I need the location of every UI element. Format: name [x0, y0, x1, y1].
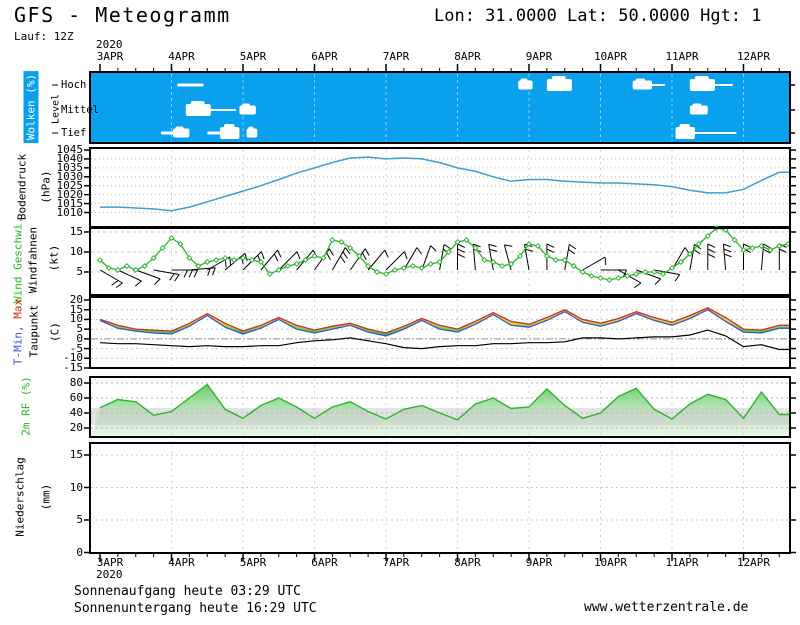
meteogram-page: GFS - Meteogramm Lon: 31.0000 Lat: 50.00…: [0, 0, 800, 625]
cloud-level-label: Hoch: [61, 79, 86, 91]
bottom-date-label: 12APR: [732, 556, 776, 569]
temperature-panel: [90, 297, 790, 368]
precip-tick-label: 15: [50, 448, 83, 461]
pressure-panel: [90, 148, 790, 227]
bottom-year-label: 2020: [96, 568, 123, 581]
rh-panel-title: 2m RF (%): [20, 376, 33, 436]
bottom-date-label: 8APR: [446, 556, 490, 569]
cloud-level-label: Tief: [61, 127, 86, 139]
meteogram-plot: [0, 0, 800, 625]
temp-min-title: T-Min,: [12, 325, 25, 365]
wind-panel: [90, 226, 791, 295]
precipitation-panel: [90, 443, 790, 553]
sunset-text: Sonnenuntergang heute 16:29 UTC: [74, 601, 317, 616]
header-coordinates: Lon: 31.0000 Lat: 50.0000 Hgt: 1: [434, 6, 762, 26]
bottom-date-label: 6APR: [303, 556, 347, 569]
clouds-panel: [52, 72, 795, 143]
dewpoint-title: Taupunkt: [28, 305, 41, 358]
precip-tick-label: 0: [50, 546, 83, 559]
wind-tick-label: 15: [50, 225, 83, 238]
cloud-level-label: Mittel: [61, 104, 99, 116]
bottom-date-label: 9APR: [517, 556, 561, 569]
bottom-date-label: 11APR: [660, 556, 704, 569]
precip-panel-title: Niederschlag: [14, 457, 27, 536]
sunrise-text: Sonnenaufgang heute 03:29 UTC: [74, 584, 301, 599]
temp-tick-label: -15: [50, 361, 83, 374]
run-label: Lauf: 12Z: [14, 30, 74, 43]
precip-tick-label: 10: [50, 481, 83, 494]
rh-tick-label: 60: [50, 391, 83, 404]
clouds-level-label: Level: [51, 94, 62, 124]
humidity-panel: [90, 377, 790, 437]
temp-max-title: Max: [12, 299, 25, 326]
top-date-label: 6APR: [303, 50, 347, 63]
pressure-tick-label: 1010: [50, 206, 83, 219]
top-date-label: 11APR: [660, 50, 704, 63]
bottom-date-label: 7APR: [374, 556, 418, 569]
top-date-label: 8APR: [446, 50, 490, 63]
wind-barb-label: Windfahnen: [27, 227, 40, 293]
top-date-label: 9APR: [517, 50, 561, 63]
rh-tick-label: 80: [50, 376, 83, 389]
top-date-label: 3APR: [88, 50, 132, 63]
top-date-label: 10APR: [589, 50, 633, 63]
rh-tick-label: 40: [50, 406, 83, 419]
rh-tick-label: 20: [50, 421, 83, 434]
temp-panel-title: T-Min, Max: [12, 299, 25, 365]
clouds-panel-title: Wolken (%): [24, 71, 39, 143]
top-date-label: 5APR: [231, 50, 275, 63]
top-date-label: 4APR: [160, 50, 204, 63]
wind-tick-label: 5: [50, 265, 83, 278]
bottom-date-label: 4APR: [160, 556, 204, 569]
precip-tick-label: 5: [50, 513, 83, 526]
bottom-date-label: 10APR: [589, 556, 633, 569]
wind-panel-title: Wind Geschwi.: [12, 217, 25, 303]
page-title: GFS - Meteogramm: [14, 3, 231, 27]
top-date-label: 12APR: [732, 50, 776, 63]
wind-tick-label: 10: [50, 245, 83, 258]
top-date-label: 7APR: [374, 50, 418, 63]
bottom-date-label: 5APR: [231, 556, 275, 569]
pressure-panel-title: Bodendruck: [16, 154, 29, 220]
rh-reference-band: [91, 408, 789, 425]
website-text: www.wetterzentrale.de: [584, 600, 748, 615]
bottom-date-label: 3APR: [88, 556, 132, 569]
